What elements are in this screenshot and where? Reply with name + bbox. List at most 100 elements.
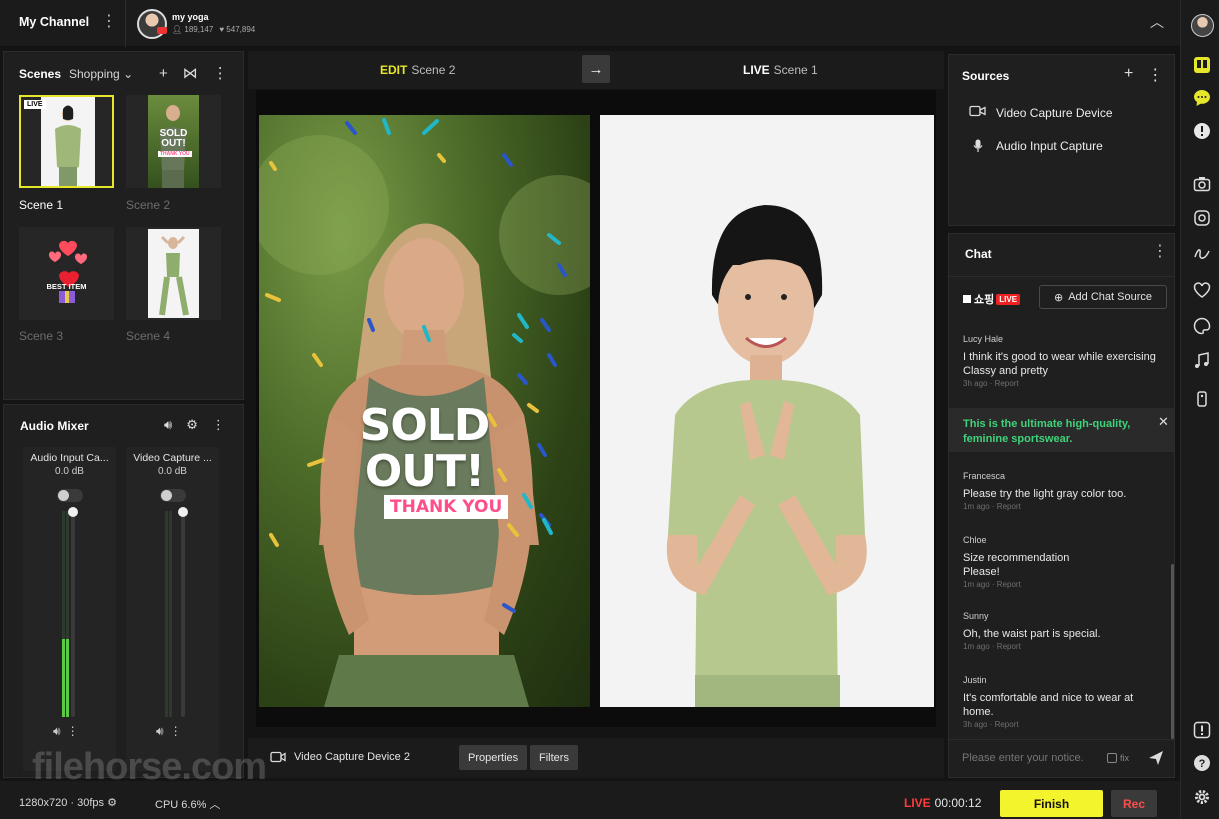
likes-count: ♥ 547,894 <box>219 25 256 34</box>
sources-panel: Sources + ⋮ Video Capture Device Audio I… <box>948 54 1175 226</box>
add-scene-icon[interactable]: + <box>159 65 168 82</box>
mute-toggle[interactable] <box>57 489 83 502</box>
account-avatar[interactable] <box>1191 14 1214 37</box>
notice-icon[interactable] <box>1192 720 1212 740</box>
chevron-down-icon: ⌄ <box>123 67 134 81</box>
selected-source-name: Video Capture Device 2 <box>294 751 410 763</box>
volume-fader[interactable] <box>181 511 185 717</box>
remote-icon[interactable] <box>1192 388 1212 408</box>
live-preview <box>600 115 934 707</box>
record-button[interactable]: Rec <box>1111 790 1157 817</box>
chat-time: 1m ago <box>963 502 990 511</box>
chat-scrollbar[interactable] <box>1171 564 1174 739</box>
report-link[interactable]: Report <box>995 379 1019 388</box>
close-icon[interactable]: ✕ <box>1158 414 1169 430</box>
fader-knob[interactable] <box>68 507 78 517</box>
chat-username: Sunny <box>963 611 989 621</box>
send-icon[interactable] <box>1148 750 1164 769</box>
sources-menu-icon[interactable]: ⋮ <box>1147 65 1163 85</box>
chat-time: 3h ago <box>963 720 988 729</box>
sold-out-overlay: SOLD OUT! <box>359 400 491 497</box>
add-source-icon[interactable]: + <box>1124 65 1133 85</box>
checkbox-icon <box>1107 753 1117 763</box>
chevron-up-icon[interactable]: ︿ <box>1150 12 1164 32</box>
scene-label-3[interactable]: Scene 3 <box>19 329 63 343</box>
shop-logo-icon <box>963 295 971 303</box>
person-icon: 👤︎ <box>172 25 183 34</box>
speaker-icon[interactable]: 🔊︎ <box>156 724 164 739</box>
filters-button[interactable]: Filters <box>530 745 578 770</box>
layout-icon[interactable] <box>1192 55 1212 75</box>
scene-2-overlay-line2: OUT! <box>161 138 186 149</box>
source-item-audio-input[interactable]: Audio Input Capture <box>969 139 1103 153</box>
palette-icon[interactable] <box>1192 316 1212 336</box>
scenes-menu-icon[interactable]: ⋮ <box>213 64 228 82</box>
transition-arrow-button[interactable]: → <box>582 55 610 83</box>
scene-thumbnail-3[interactable]: BEST ITEM <box>19 227 114 320</box>
scene-label-4[interactable]: Scene 4 <box>126 329 170 343</box>
add-chat-source-button[interactable]: ⊕ Add Chat Source <box>1039 285 1167 309</box>
channel-title[interactable]: My Channel <box>19 15 89 29</box>
scene-2-thank-you: THANK YOU <box>158 151 192 157</box>
properties-button[interactable]: Properties <box>459 745 528 770</box>
cpu-readout: CPU 6.6% ︿ <box>155 799 221 811</box>
scene-label-1[interactable]: Scene 1 <box>19 198 63 212</box>
scene-thumbnail-2[interactable]: SOLD OUT! THANK YOU <box>126 95 221 188</box>
scene-thumbnail-4[interactable] <box>126 227 221 320</box>
chevron-up-icon[interactable]: ︿ <box>209 799 220 811</box>
chat-menu-icon[interactable]: ⋮ <box>1152 244 1168 260</box>
speaker-icon[interactable]: 🔊︎ <box>164 417 172 433</box>
shopping-live-logo: 쇼핑 LIVE <box>963 291 1021 307</box>
chat-username: Justin <box>963 675 987 685</box>
alert-icon[interactable] <box>1192 121 1212 141</box>
report-link[interactable]: Report <box>997 642 1021 651</box>
transition-icon[interactable]: ⋈ <box>183 64 198 82</box>
channel-menu-icon[interactable]: ⋮ <box>101 14 117 30</box>
mute-toggle[interactable] <box>160 489 186 502</box>
chat-username: Francesca <box>963 471 1006 481</box>
settings-gear-icon[interactable] <box>1192 787 1212 807</box>
chat-message: Francesca Please try the light gray colo… <box>963 471 1163 511</box>
volume-fader[interactable] <box>71 511 75 717</box>
live-timer: LIVE 00:00:12 <box>904 796 982 810</box>
chat-time: 1m ago <box>963 580 990 589</box>
scene-2-preview: SOLD OUT! THANK YOU <box>148 95 199 188</box>
mixer-menu-icon[interactable]: ⋮ <box>212 417 225 433</box>
finish-button[interactable]: Finish <box>1000 790 1103 817</box>
pinned-notice-text: This is the ultimate high-quality, femin… <box>963 418 1131 445</box>
scene-group-dropdown[interactable]: Shopping ⌄ <box>69 67 133 81</box>
profile-avatar[interactable] <box>137 9 167 39</box>
scenes-panel: Scenes Shopping ⌄ + ⋈ ⋮ LIVE Scene 1 SOL… <box>3 51 244 400</box>
fix-checkbox[interactable]: fix <box>1107 753 1129 763</box>
speaker-icon[interactable]: 🔊︎ <box>53 724 61 739</box>
help-icon[interactable]: ? <box>1192 753 1212 773</box>
resolution-readout: 1280x720 · 30fps ⚙︎ <box>19 797 117 809</box>
profile-stats: 👤︎ 189,147 ♥ 547,894 <box>172 25 255 34</box>
level-meter <box>165 511 168 717</box>
chat-message: Justin It's comfortable and nice to wear… <box>963 675 1163 729</box>
webcam-icon[interactable] <box>1192 208 1212 228</box>
channel-menu-icon[interactable]: ⋮ <box>67 724 79 739</box>
chat-text: It's comfortable and nice to wear at hom… <box>963 692 1134 718</box>
music-icon[interactable] <box>1192 351 1212 371</box>
source-item-video-capture[interactable]: Video Capture Device <box>969 105 1113 120</box>
person-figure <box>55 105 81 186</box>
scene-thumbnail-1[interactable]: LIVE <box>19 95 114 188</box>
preview-stage: SOLD OUT! THANK YOU <box>256 90 936 727</box>
report-link[interactable]: Report <box>997 580 1021 589</box>
chat-bubble-icon[interactable] <box>1192 88 1212 108</box>
heart-outline-icon[interactable] <box>1192 280 1212 300</box>
camera-icon[interactable] <box>1192 174 1212 194</box>
edit-preview[interactable]: SOLD OUT! THANK YOU <box>259 115 590 707</box>
report-link[interactable]: Report <box>997 502 1021 511</box>
person-figure <box>159 235 189 316</box>
settings-gear-icon[interactable]: ⚙︎ <box>107 797 117 809</box>
fader-knob[interactable] <box>178 507 188 517</box>
signature-icon[interactable] <box>1192 244 1212 264</box>
report-link[interactable]: Report <box>995 720 1019 729</box>
notice-input[interactable] <box>962 752 1092 764</box>
scene-label-2[interactable]: Scene 2 <box>126 198 170 212</box>
mixer-channel-video-capture: Video Capture ... 0.0 dB 🔊︎ ⋮ <box>126 447 219 771</box>
channel-menu-icon[interactable]: ⋮ <box>170 724 182 739</box>
settings-gear-icon[interactable]: ⚙︎ <box>186 417 198 433</box>
